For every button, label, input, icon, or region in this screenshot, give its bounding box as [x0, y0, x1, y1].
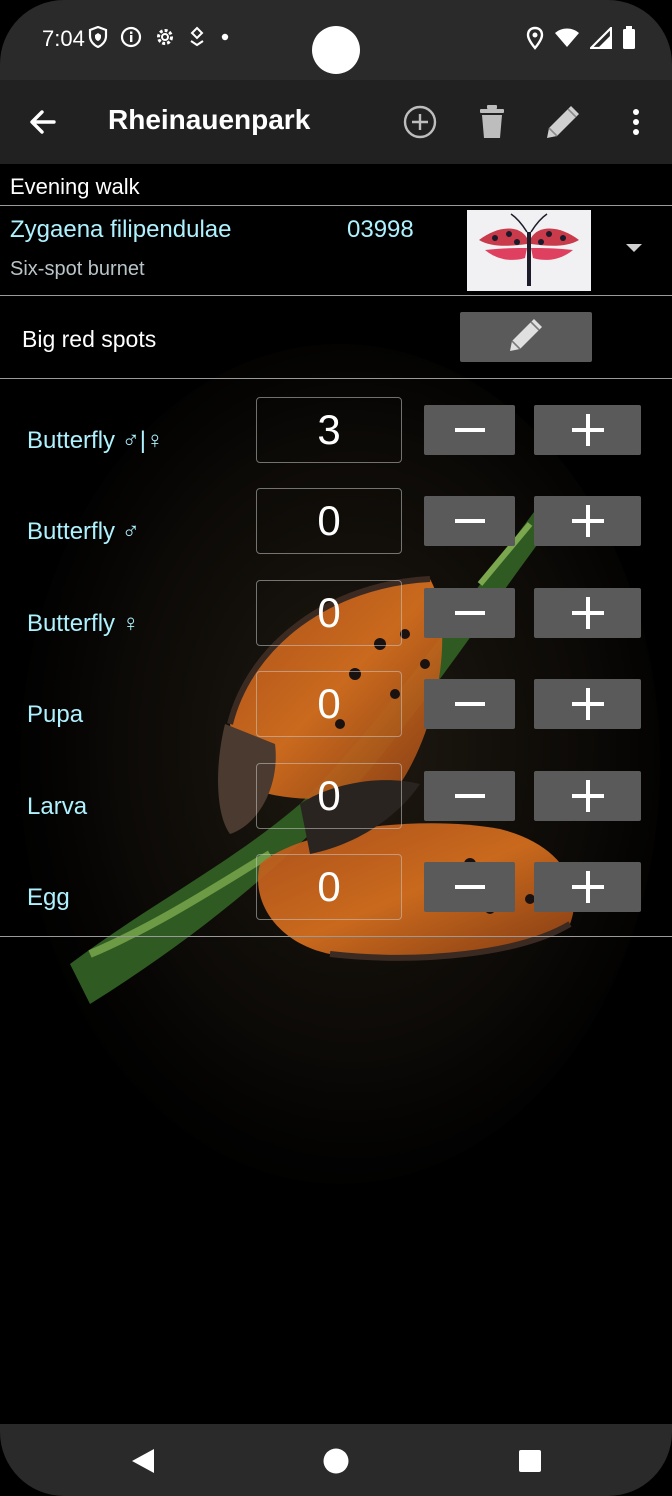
increment-button[interactable]: [534, 771, 641, 821]
count-field[interactable]: 0: [256, 854, 402, 920]
counter-label: Pupa: [27, 701, 84, 728]
counter-row-butterfly-female: Butterfly ♀ 0: [0, 580, 672, 672]
location-pin-icon: [526, 26, 544, 50]
status-bar: 7:04: [0, 0, 672, 80]
increment-button[interactable]: [534, 588, 641, 638]
minus-icon: [454, 428, 485, 432]
increment-button[interactable]: [534, 862, 641, 912]
counter-label: Larva: [27, 793, 88, 820]
divider: [0, 378, 672, 379]
nav-home-icon[interactable]: [321, 1446, 351, 1476]
species-code: 03998: [347, 216, 414, 243]
system-navigation-bar: [0, 1424, 672, 1496]
counter-label: Egg: [27, 884, 70, 911]
main-content: Evening walk Zygaena filipendulae 03998 …: [0, 164, 672, 1424]
battery-icon: [622, 26, 636, 50]
nav-back-icon[interactable]: [128, 1446, 158, 1476]
plus-icon: [571, 597, 604, 629]
chevron-down-icon[interactable]: [626, 244, 642, 252]
app-bar: Rheinauenpark: [0, 80, 672, 164]
decrement-button[interactable]: [424, 771, 515, 821]
delete-icon[interactable]: [470, 100, 514, 144]
divider: [0, 295, 672, 296]
counter-label: Butterfly ♂: [27, 518, 140, 545]
divider: [0, 205, 672, 206]
species-scientific-name: Zygaena filipendulae: [10, 216, 232, 243]
status-icons-left: [88, 26, 232, 48]
signal-icon: [590, 27, 612, 49]
species-thumbnail: [467, 210, 591, 291]
minus-icon: [454, 794, 485, 798]
counter-row-egg: Egg 0: [0, 854, 672, 946]
observation-note: Big red spots: [22, 326, 157, 352]
minus-icon: [454, 611, 485, 615]
info-icon: [120, 26, 142, 48]
vpn-shield-icon: [88, 26, 108, 48]
plus-icon: [571, 688, 604, 720]
edit-icon: [506, 315, 546, 360]
minus-icon: [454, 702, 485, 706]
notification-dot-icon: [218, 26, 232, 48]
edit-icon[interactable]: [541, 100, 585, 144]
increment-button[interactable]: [534, 496, 641, 546]
decrement-button[interactable]: [424, 862, 515, 912]
count-field[interactable]: 3: [256, 397, 402, 463]
add-icon[interactable]: [398, 100, 442, 144]
edit-note-button[interactable]: [460, 312, 592, 362]
plus-icon: [571, 871, 604, 903]
count-field[interactable]: 0: [256, 671, 402, 737]
counter-row-pupa: Pupa 0: [0, 671, 672, 763]
walk-title: Evening walk: [10, 174, 140, 199]
decrement-button[interactable]: [424, 405, 515, 455]
decrement-button[interactable]: [424, 679, 515, 729]
back-arrow-icon[interactable]: [24, 102, 64, 142]
plus-icon: [571, 780, 604, 812]
counter-label: Butterfly ♀: [27, 610, 140, 637]
settings-gear-icon: [154, 26, 176, 48]
decrement-button[interactable]: [424, 496, 515, 546]
wifi-icon: [554, 27, 580, 49]
nav-recents-icon[interactable]: [515, 1446, 545, 1476]
minus-icon: [454, 885, 485, 889]
decrement-button[interactable]: [424, 588, 515, 638]
divider: [0, 936, 672, 937]
counter-row-butterfly-both: Butterfly ♂|♀ 3: [0, 397, 672, 489]
location-sharing-icon: [188, 26, 206, 48]
increment-button[interactable]: [534, 405, 641, 455]
front-camera: [312, 26, 360, 74]
phone-screen: 7:04 Rheinauenpark Evening walk Zygaena …: [0, 0, 672, 1496]
count-field[interactable]: 0: [256, 580, 402, 646]
status-time: 7:04: [42, 26, 85, 51]
counter-label: Butterfly ♂|♀: [27, 427, 164, 454]
minus-icon: [454, 519, 485, 523]
page-title: Rheinauenpark: [108, 104, 311, 135]
plus-icon: [571, 414, 604, 446]
plus-icon: [571, 505, 604, 537]
more-icon[interactable]: [614, 100, 658, 144]
counter-row-larva: Larva 0: [0, 763, 672, 855]
count-field[interactable]: 0: [256, 488, 402, 554]
increment-button[interactable]: [534, 679, 641, 729]
counter-row-butterfly-male: Butterfly ♂ 0: [0, 488, 672, 580]
species-common-name: Six-spot burnet: [10, 258, 145, 280]
status-icons-right: [526, 26, 636, 50]
count-field[interactable]: 0: [256, 763, 402, 829]
